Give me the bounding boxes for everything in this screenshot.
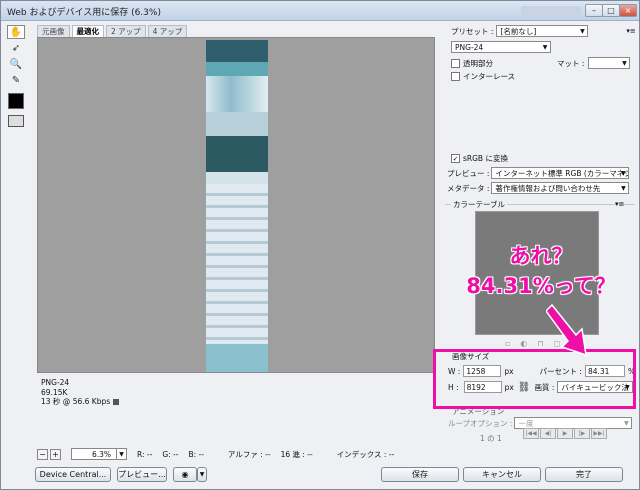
zoom-in-button[interactable]: + — [50, 448, 61, 460]
blue-readout: B: -- — [188, 449, 204, 459]
chevron-down-icon: ▼ — [542, 43, 548, 51]
index-readout: インデックス : -- — [336, 449, 395, 459]
annotation-callout: あれ？ 84.31%って？ — [441, 241, 640, 301]
window-title: Web およびデバイス用に保存 (6.3%) — [7, 8, 161, 18]
shift-web-icon[interactable]: ◐ — [520, 339, 527, 348]
metadata-value: 著作権情報および問い合わせ先 — [495, 183, 601, 193]
tool-palette: ✋ ➶ 🔍 ✎ — [7, 23, 29, 323]
cancel-button[interactable]: キャンセル — [463, 467, 541, 482]
title-bar-blurred-area — [521, 6, 581, 15]
metadata-label: メタデータ : — [447, 183, 490, 193]
srgb-checkbox[interactable]: ✓ — [451, 154, 460, 163]
matte-label: マット : — [557, 58, 585, 68]
image-preview-area[interactable] — [37, 37, 435, 373]
metadata-select[interactable]: 著作権情報および問い合わせ先 ▼ — [491, 182, 630, 194]
zoom-level-value: 6.3% — [92, 449, 112, 459]
save-for-web-dialog: Web およびデバイス用に保存 (6.3%) – □ × ✋ ➶ 🔍 ✎ 元画像… — [0, 0, 640, 490]
green-readout: G: -- — [162, 449, 179, 459]
loop-options-value: 一度 — [518, 418, 534, 428]
chevron-down-icon: ▼ — [116, 449, 126, 459]
annotation-line-2: 84.31%って？ — [466, 274, 616, 298]
preview-profile-value: インターネット標準 RGB (カラーマネジメ... — [495, 168, 628, 178]
slice-visibility-toggle-icon[interactable] — [8, 115, 24, 127]
info-format: PNG-24 — [41, 378, 70, 387]
zoom-tool-icon[interactable]: 🔍 — [7, 57, 25, 71]
tab-4-up[interactable]: 4 アップ — [147, 25, 188, 37]
zoom-out-button[interactable]: − — [37, 448, 48, 460]
minimize-button[interactable]: – — [585, 4, 603, 17]
animation-controls: |◀◀ ◀| ▶ |▶ ▶▶| — [523, 428, 607, 439]
color-table-section: カラーテーブル — [445, 199, 635, 210]
eyedropper-color-swatch[interactable] — [8, 93, 24, 109]
first-frame-icon[interactable]: |◀◀ — [523, 428, 539, 439]
maximize-button[interactable]: □ — [602, 4, 620, 17]
status-bar: − + 6.3% ▼ R: -- G: -- B: -- アルファ : -- 16… — [37, 447, 435, 461]
chevron-down-icon: ▼ — [621, 169, 626, 177]
image-size-highlight-box — [433, 349, 636, 409]
tab-2-up[interactable]: 2 アップ — [106, 25, 146, 37]
annotation-line-1: あれ？ — [509, 244, 573, 268]
file-format-value: PNG-24 — [455, 42, 484, 52]
done-button[interactable]: 完了 — [545, 467, 623, 482]
color-table-menu-icon[interactable]: ▾≡ — [615, 200, 624, 208]
info-file-size: 69.15K — [41, 387, 68, 397]
hex-readout: 16 進 : -- — [280, 449, 313, 459]
preview-label: プレビュー : — [447, 168, 490, 178]
tab-optimized[interactable]: 最適化 — [71, 25, 104, 37]
chevron-down-icon: ▼ — [624, 419, 629, 427]
interlace-checkbox[interactable] — [451, 72, 460, 81]
srgb-label: sRGB に変換 — [463, 154, 508, 163]
eyedropper-tool-icon[interactable]: ✎ — [7, 73, 25, 87]
preview-image — [206, 40, 268, 372]
chevron-down-icon: ▼ — [580, 27, 585, 35]
chevron-down-icon: ▼ — [621, 184, 626, 192]
save-button[interactable]: 保存 — [381, 467, 459, 482]
play-icon[interactable]: ▶ — [557, 428, 573, 439]
preset-select[interactable]: [名前なし] ▼ — [496, 25, 589, 37]
dialog-button-bar: Device Central... プレビュー... ◉ ▼ 保存 キャンセル … — [1, 463, 639, 489]
view-tabs: 元画像 最適化 2 アップ 4 アップ — [37, 25, 188, 37]
chevron-down-icon: ▼ — [622, 59, 627, 67]
last-frame-icon[interactable]: ▶▶| — [591, 428, 607, 439]
zoom-level-select[interactable]: 6.3% ▼ — [71, 448, 127, 460]
red-readout: R: -- — [137, 449, 153, 459]
preview-button[interactable]: プレビュー... — [117, 467, 167, 482]
browser-menu-chevron-icon[interactable]: ▼ — [197, 467, 207, 482]
transparency-checkbox[interactable] — [451, 58, 460, 68]
preset-label: プリセット : — [451, 26, 494, 36]
preview-profile-select[interactable]: インターネット標準 RGB (カラーマネジメ...▼ — [491, 167, 630, 179]
device-central-button[interactable]: Device Central... — [35, 467, 111, 482]
tab-original[interactable]: 元画像 — [37, 25, 70, 37]
interlace-label: インターレース — [463, 72, 516, 81]
loop-options-label: ループオプション : — [448, 418, 513, 428]
optimized-info: PNG-24 69.15K 13 秒 @ 56.6 Kbps — [41, 378, 120, 407]
matte-select[interactable]: ▼ — [588, 57, 631, 69]
alpha-readout: アルファ : -- — [227, 449, 271, 459]
annotation-arrow-icon — [546, 303, 587, 357]
map-color-icon[interactable]: ▫ — [505, 339, 510, 348]
file-format-select[interactable]: PNG-24 ▼ — [451, 41, 551, 53]
close-button[interactable]: × — [619, 4, 637, 17]
frame-counter: 1 の 1 — [480, 434, 502, 443]
previous-frame-icon[interactable]: ◀| — [540, 428, 556, 439]
hand-tool-icon[interactable]: ✋ — [7, 25, 25, 39]
optimize-menu-icon[interactable]: ▾≡ — [626, 27, 635, 35]
preset-value: [名前なし] — [500, 26, 537, 36]
download-speed-menu-icon[interactable] — [113, 399, 120, 405]
transparency-label: 透明部分 — [463, 58, 493, 68]
browser-icon[interactable]: ◉ — [173, 467, 197, 482]
slice-select-tool-icon[interactable]: ➶ — [7, 41, 25, 55]
title-bar: Web およびデバイス用に保存 (6.3%) – □ × — [1, 1, 639, 21]
lock-color-icon[interactable]: ⊓ — [537, 339, 543, 348]
color-table-label: カラーテーブル — [451, 199, 508, 210]
next-frame-icon[interactable]: |▶ — [574, 428, 590, 439]
info-download-time: 13 秒 @ 56.6 Kbps — [41, 397, 111, 406]
